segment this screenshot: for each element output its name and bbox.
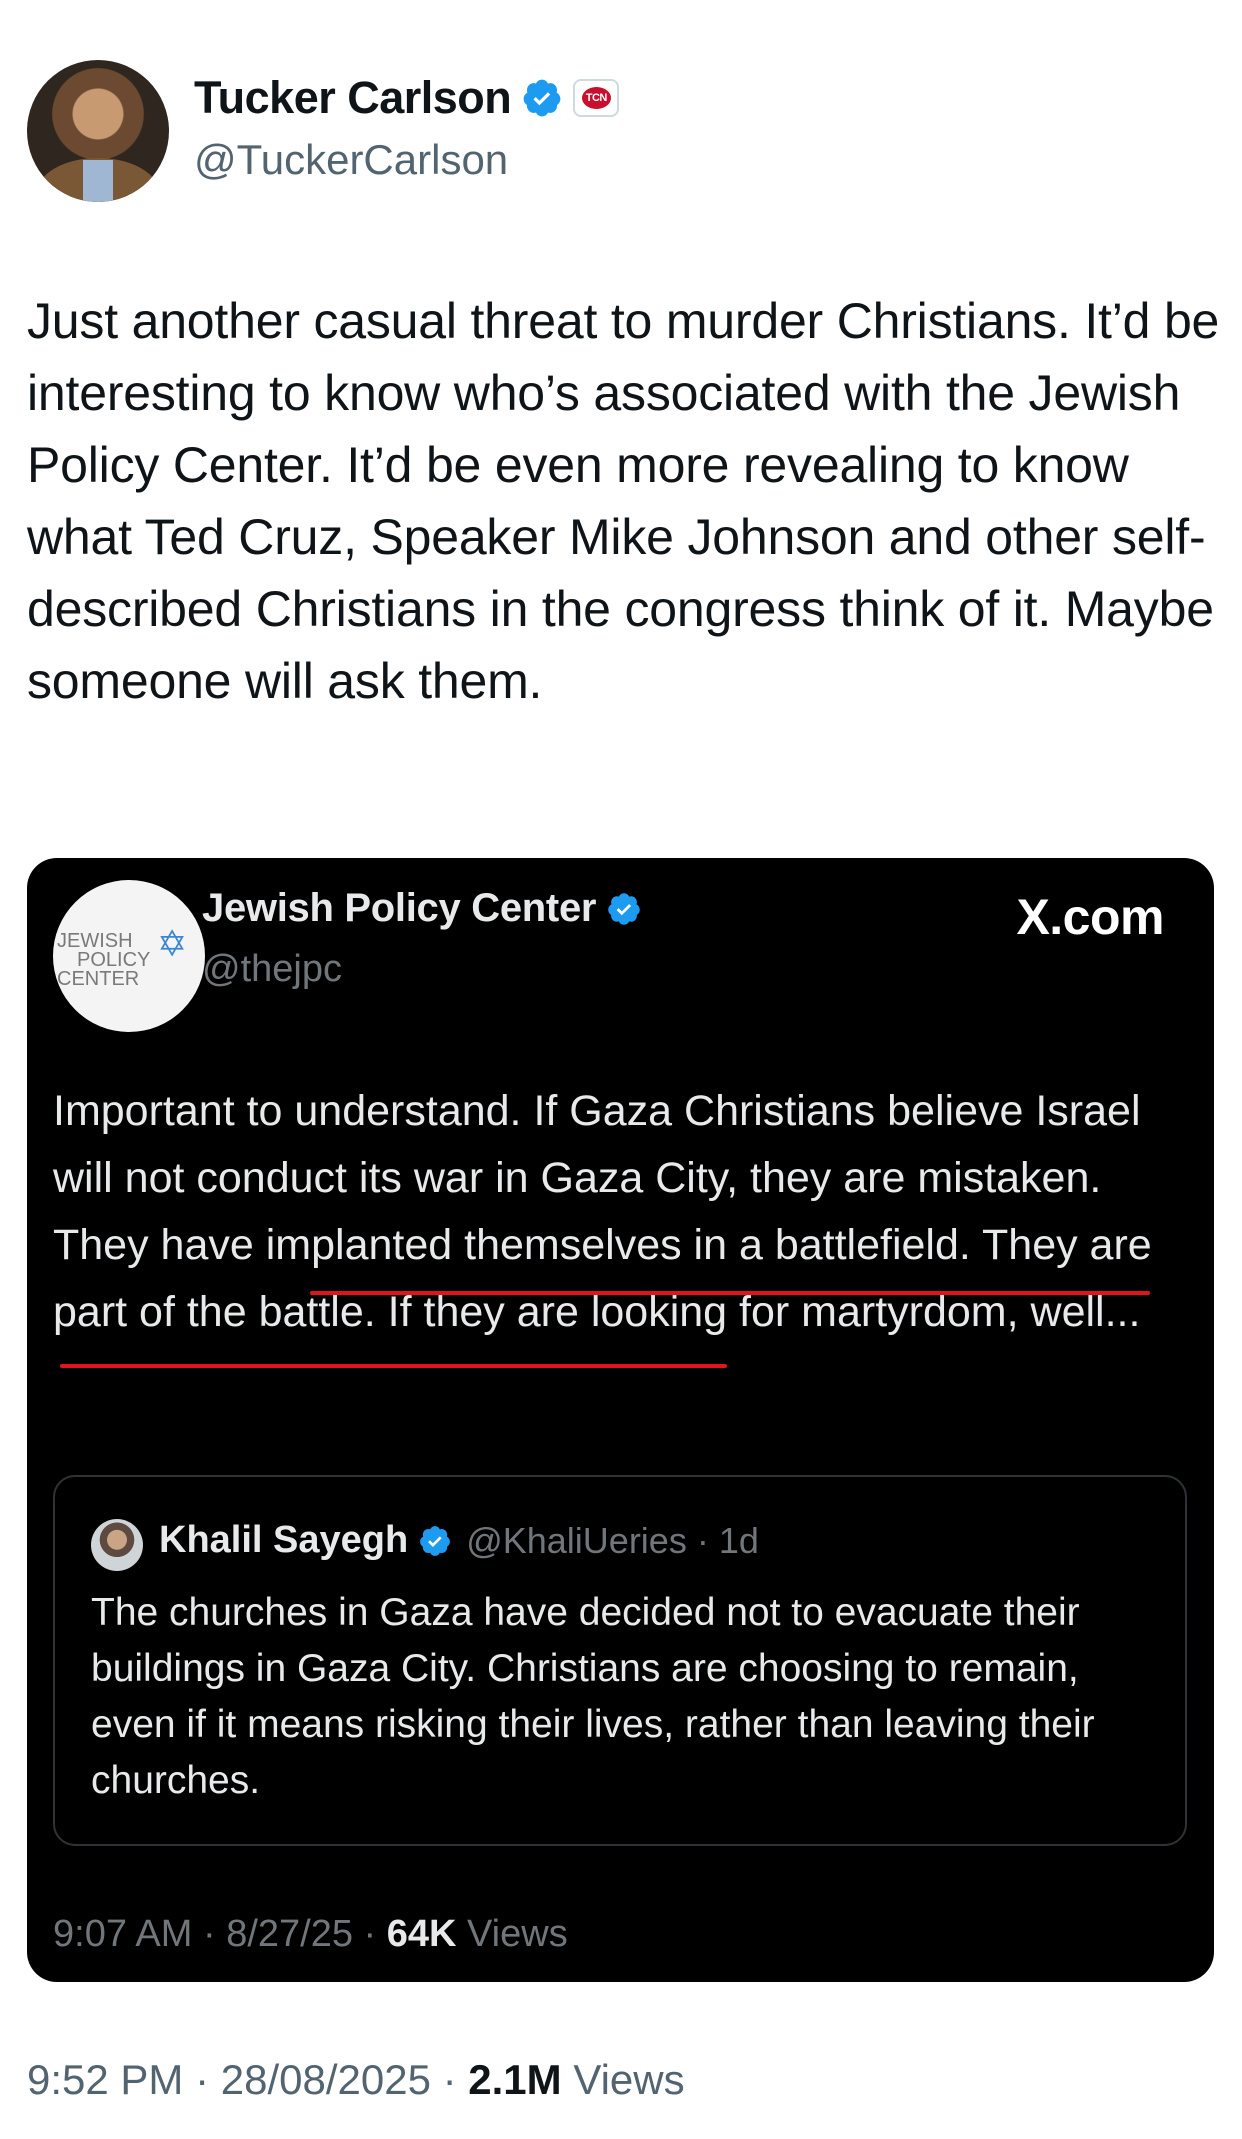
affiliation-badge-label: TCN — [581, 87, 611, 109]
embedded-timestamp: 9:07 AM · 8/27/25 · — [53, 1913, 387, 1955]
embedded-post-meta: 9:07 AM · 8/27/25 · 64K Views — [53, 1913, 568, 1956]
tweet-meta: 9:52 PM · 28/08/2025 · 2.1M Views — [27, 2056, 685, 2104]
tweet-views-label: Views — [561, 2056, 685, 2103]
verified-badge-icon — [420, 1525, 451, 1556]
author-display-name[interactable]: Tucker Carlson — [194, 72, 512, 124]
jpc-logo-avatar: JEWISH POLICY CENTER ✡ — [53, 880, 205, 1032]
jpc-name-row: Jewish Policy Center — [202, 886, 642, 931]
jpc-logo-line-3: CENTER — [57, 968, 140, 990]
quote-name-row: Khalil Sayegh @KhaliUeries · 1d — [159, 1519, 759, 1562]
tweet-text: Just another casual threat to murder Chr… — [27, 293, 1220, 709]
author-avatar[interactable] — [27, 60, 169, 202]
author-name-row: Tucker Carlson TCN — [194, 72, 620, 124]
author-handle[interactable]: @TuckerCarlson — [194, 136, 508, 184]
verified-badge-icon — [523, 79, 561, 117]
embedded-screenshot[interactable]: JEWISH POLICY CENTER ✡ Jewish Policy Cen… — [27, 858, 1214, 1982]
xcom-source-label: X.com — [1016, 889, 1164, 945]
tweet-views-count: 2.1M — [468, 2056, 562, 2103]
quote-author-avatar — [91, 1519, 143, 1571]
embedded-views-count: 64K — [386, 1913, 457, 1955]
tweet-header: Tucker Carlson TCN @TuckerCarlson — [27, 60, 1217, 202]
jpc-post-text: Important to understand. If Gaza Christi… — [53, 1087, 1152, 1336]
quote-display-name: Khalil Sayegh — [159, 1519, 409, 1561]
embedded-views-label: Views — [456, 1913, 568, 1955]
red-underline-2 — [60, 1364, 727, 1368]
tweet-timestamp[interactable]: 9:52 PM · 28/08/2025 · — [27, 2056, 468, 2103]
quote-handle-time: @KhaliUeries · 1d — [466, 1519, 759, 1561]
red-underline-1 — [310, 1291, 1150, 1295]
affiliation-badge-icon[interactable]: TCN — [573, 79, 620, 117]
quote-text: The churches in Gaza have decided not to… — [91, 1591, 1095, 1802]
jpc-display-name: Jewish Policy Center — [202, 886, 597, 930]
star-of-david-icon: ✡ — [157, 923, 188, 964]
verified-badge-icon — [608, 892, 640, 925]
quoted-post: Khalil Sayegh @KhaliUeries · 1d The chur… — [53, 1475, 1187, 1846]
jpc-handle: @thejpc — [202, 948, 342, 990]
